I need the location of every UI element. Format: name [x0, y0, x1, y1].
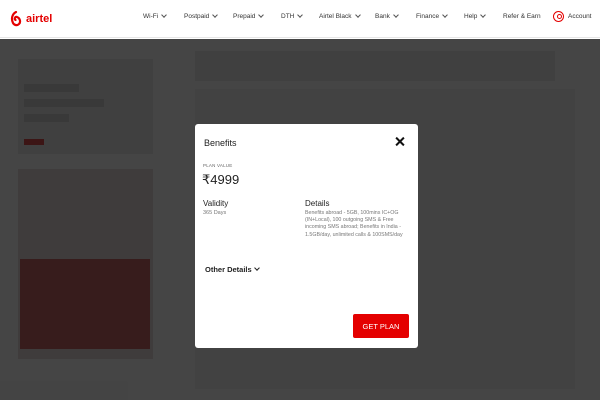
- plan-value-label: PLAN VALUE: [203, 163, 233, 168]
- airtel-logo[interactable]: airtel: [9, 10, 129, 27]
- airtel-logo-icon: [10, 10, 22, 26]
- nav-postpaid[interactable]: Postpaid: [184, 12, 219, 20]
- nav-airtel-black-label: Airtel Black: [319, 13, 352, 20]
- details-text: Benefits abroad - 5GB, 100mins IC+OG (IN…: [305, 210, 403, 238]
- nav-finance[interactable]: Finance: [416, 12, 448, 20]
- nav-refer-earn[interactable]: Refer & Earn: [503, 13, 541, 20]
- chevron-down-icon: [258, 12, 265, 18]
- chevron-down-icon: [392, 12, 399, 18]
- nav-bank-label: Bank: [375, 13, 390, 20]
- validity-heading: Validity: [203, 199, 229, 208]
- brand-name: airtel: [26, 12, 53, 25]
- validity-value: 365 Days: [203, 210, 227, 216]
- account-label: Account: [568, 13, 592, 20]
- nav-prepaid-label: Prepaid: [233, 13, 256, 20]
- plan-price: ₹4999: [202, 172, 240, 187]
- nav-airtel-black[interactable]: Airtel Black: [319, 12, 361, 20]
- nav-postpaid-label: Postpaid: [184, 13, 210, 20]
- chevron-down-icon: [253, 265, 260, 271]
- chevron-down-icon: [480, 12, 487, 18]
- account-menu[interactable]: Account: [553, 11, 592, 22]
- user-icon: [553, 11, 564, 22]
- get-plan-button[interactable]: GET PLAN: [353, 314, 409, 338]
- nav-bank[interactable]: Bank: [375, 12, 399, 20]
- nav-dth[interactable]: DTH: [281, 12, 304, 20]
- nav-help-label: Help: [464, 13, 478, 20]
- other-details-toggle[interactable]: Other Details: [205, 265, 260, 274]
- chevron-down-icon: [297, 12, 304, 18]
- nav-prepaid[interactable]: Prepaid: [233, 12, 265, 20]
- nav-refer-earn-label: Refer & Earn: [503, 13, 541, 20]
- details-heading: Details: [305, 199, 330, 208]
- chevron-down-icon: [161, 12, 168, 18]
- nav-finance-label: Finance: [416, 13, 440, 20]
- nav-help[interactable]: Help: [464, 12, 487, 20]
- benefits-modal: Benefits PLAN VALUE ₹4999 Validity 365 D…: [195, 124, 418, 348]
- modal-title: Benefits: [204, 138, 237, 148]
- nav-dth-label: DTH: [281, 13, 295, 20]
- chevron-down-icon: [442, 12, 448, 18]
- nav-wifi-label: Wi-Fi: [143, 13, 159, 20]
- other-details-label: Other Details: [205, 265, 252, 274]
- close-icon[interactable]: [393, 135, 407, 149]
- nav-wifi[interactable]: Wi-Fi: [143, 12, 168, 20]
- chevron-down-icon: [354, 12, 361, 18]
- chevron-down-icon: [212, 12, 219, 18]
- top-header: airtel Wi-Fi Postpaid Prepaid DTH Airtel…: [0, 0, 600, 38]
